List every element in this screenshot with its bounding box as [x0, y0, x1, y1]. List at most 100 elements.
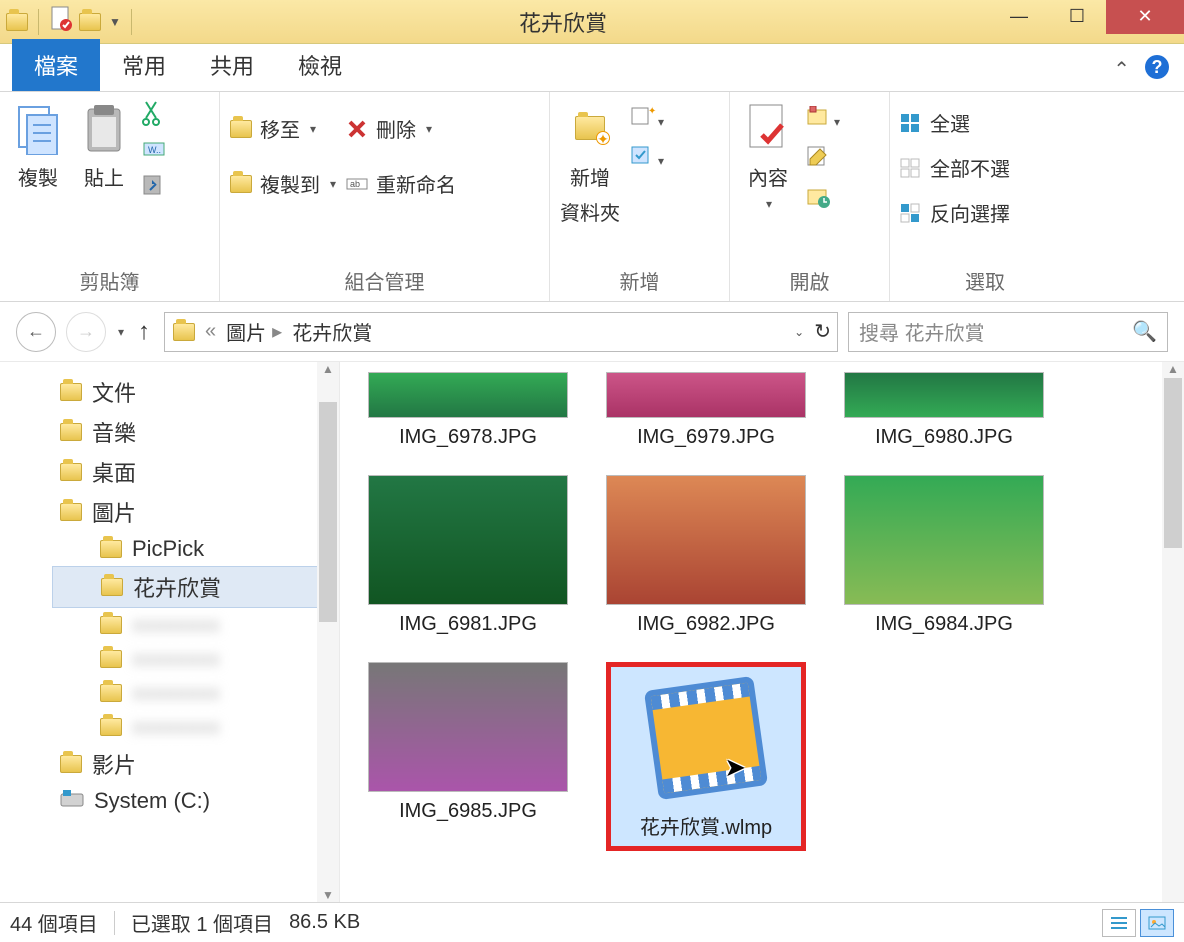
tab-view[interactable]: 檢視: [276, 39, 364, 91]
copy-to-button[interactable]: 複製到 ▾: [230, 169, 336, 198]
new-folder-button[interactable]: ✦ 新增 資料夾: [560, 100, 620, 226]
file-item[interactable]: IMG_6982.JPG: [606, 475, 806, 636]
status-item-count: 44 個項目: [10, 908, 98, 937]
new-folder-label-1: 新增: [570, 162, 610, 191]
maximize-button[interactable]: ☐: [1048, 0, 1106, 34]
select-group-label: 選取: [900, 262, 1070, 299]
file-item[interactable]: IMG_6978.JPG: [368, 372, 568, 449]
scrollbar-thumb[interactable]: [1164, 378, 1182, 548]
folder-icon: [101, 578, 123, 596]
tree-item-documents[interactable]: 文件: [60, 372, 331, 412]
search-placeholder: 搜尋 花卉欣賞: [859, 317, 985, 346]
select-none-icon: [900, 157, 922, 179]
file-item-selected[interactable]: ➤ 花卉欣賞.wlmp: [606, 662, 806, 851]
rename-label: 重新命名: [376, 169, 456, 198]
tree-item-picpick[interactable]: PicPick: [60, 532, 331, 566]
minimize-button[interactable]: —: [990, 0, 1048, 34]
thumbnail-view-button[interactable]: [1140, 909, 1174, 937]
files-scrollbar[interactable]: ▲: [1162, 362, 1184, 902]
ribbon-tabs: 檔案 常用 共用 檢視 ⌃ ?: [0, 44, 1184, 92]
scrollbar-thumb[interactable]: [319, 402, 337, 622]
breadcrumb-root[interactable]: 圖片▸: [226, 317, 282, 346]
up-button[interactable]: ↑: [134, 318, 154, 346]
tree-item-music[interactable]: 音樂: [60, 412, 331, 452]
address-dropdown-icon[interactable]: ⌄: [794, 325, 804, 339]
tree-item-desktop[interactable]: 桌面: [60, 452, 331, 492]
photo-thumbnail: [606, 475, 806, 605]
tab-file[interactable]: 檔案: [12, 39, 100, 91]
refresh-button[interactable]: ↻: [814, 319, 831, 344]
drive-icon: [60, 788, 84, 814]
select-all-label: 全選: [930, 108, 970, 137]
properties-button[interactable]: 內容 ▾: [740, 100, 796, 211]
history-icon[interactable]: [806, 186, 840, 213]
forward-button[interactable]: →: [66, 312, 106, 352]
tree-item-blurred[interactable]: xxxxxxxx: [60, 642, 331, 676]
file-item[interactable]: IMG_6984.JPG: [844, 475, 1044, 636]
file-item[interactable]: IMG_6985.JPG: [368, 662, 568, 851]
new-item-icon[interactable]: ✦▾: [630, 106, 664, 131]
open-group-label: 開啟: [740, 262, 879, 299]
select-all-button[interactable]: 全選: [900, 108, 1010, 137]
tree-item-videos[interactable]: 影片: [60, 744, 331, 784]
move-to-label: 移至: [260, 114, 300, 143]
clipboard-group-label: 剪貼簿: [10, 262, 209, 299]
ribbon-group-new: ✦ 新增 資料夾 ✦▾ ▾ 新增: [550, 92, 730, 301]
details-view-button[interactable]: [1102, 909, 1136, 937]
copy-to-label: 複製到: [260, 169, 320, 198]
scroll-up-icon[interactable]: ▲: [1167, 362, 1179, 376]
minimize-ribbon-icon[interactable]: ⌃: [1113, 57, 1130, 82]
cut-icon[interactable]: [142, 100, 166, 131]
qat-properties-icon[interactable]: [49, 5, 73, 38]
select-all-icon: [900, 112, 922, 134]
open-icon[interactable]: ▾: [806, 106, 840, 131]
recent-locations-dropdown[interactable]: ▾: [118, 325, 124, 339]
file-item[interactable]: IMG_6980.JPG: [844, 372, 1044, 449]
tree-item-blurred[interactable]: xxxxxxxx: [60, 710, 331, 744]
address-bar[interactable]: « 圖片▸ 花卉欣賞 ⌄ ↻: [164, 312, 838, 352]
chevron-down-icon: ▾: [330, 177, 336, 191]
copy-button[interactable]: 複製: [10, 100, 66, 191]
paste-shortcut-icon[interactable]: [142, 174, 166, 201]
rename-button[interactable]: ab 重新命名: [346, 169, 456, 198]
ribbon-group-clipboard: 複製 貼上 W.. 剪貼簿: [0, 92, 220, 301]
folder-icon: [60, 383, 82, 401]
easy-access-icon[interactable]: ▾: [630, 145, 664, 170]
invert-selection-button[interactable]: 反向選擇: [900, 198, 1010, 227]
move-to-button[interactable]: 移至 ▾: [230, 114, 336, 143]
help-icon[interactable]: ?: [1144, 54, 1170, 85]
close-button[interactable]: ✕: [1106, 0, 1184, 34]
ribbon: 複製 貼上 W.. 剪貼簿 移至 ▾: [0, 92, 1184, 302]
tab-share[interactable]: 共用: [188, 39, 276, 91]
select-none-button[interactable]: 全部不選: [900, 153, 1010, 182]
address-chevron: «: [205, 320, 216, 343]
tab-home[interactable]: 常用: [100, 39, 188, 91]
scroll-up-icon[interactable]: ▲: [322, 362, 334, 376]
file-item[interactable]: IMG_6981.JPG: [368, 475, 568, 636]
tree-item-pictures[interactable]: 圖片: [60, 492, 331, 532]
search-input[interactable]: 搜尋 花卉欣賞 🔍: [848, 312, 1168, 352]
search-icon: 🔍: [1132, 319, 1157, 344]
select-none-label: 全部不選: [930, 153, 1010, 182]
paste-button[interactable]: 貼上: [76, 100, 132, 191]
file-name: IMG_6981.JPG: [399, 613, 537, 636]
qat-dropdown-icon[interactable]: ▼: [109, 15, 121, 29]
edit-icon[interactable]: [806, 145, 840, 172]
tree-item-current-folder[interactable]: 花卉欣賞: [52, 566, 331, 608]
file-item[interactable]: IMG_6979.JPG: [606, 372, 806, 449]
tree-scrollbar[interactable]: ▲ ▼: [317, 362, 339, 902]
copy-path-icon[interactable]: W..: [142, 141, 166, 164]
breadcrumb-folder[interactable]: 花卉欣賞: [292, 317, 372, 346]
qat-newfolder-icon[interactable]: [79, 13, 101, 31]
tree-item-blurred[interactable]: xxxxxxxx: [60, 608, 331, 642]
folder-icon: [100, 684, 122, 702]
mouse-cursor-icon: ➤: [724, 752, 746, 783]
back-button[interactable]: ←: [16, 312, 56, 352]
delete-button[interactable]: 刪除 ▾: [346, 114, 456, 143]
wlmp-icon: ➤: [631, 673, 781, 803]
tree-item-blurred[interactable]: xxxxxxxx: [60, 676, 331, 710]
window-controls: — ☐ ✕: [990, 0, 1184, 44]
scroll-down-icon[interactable]: ▼: [322, 888, 334, 902]
tree-item-system-drive[interactable]: System (C:): [60, 784, 331, 818]
properties-label: 內容: [748, 162, 788, 191]
